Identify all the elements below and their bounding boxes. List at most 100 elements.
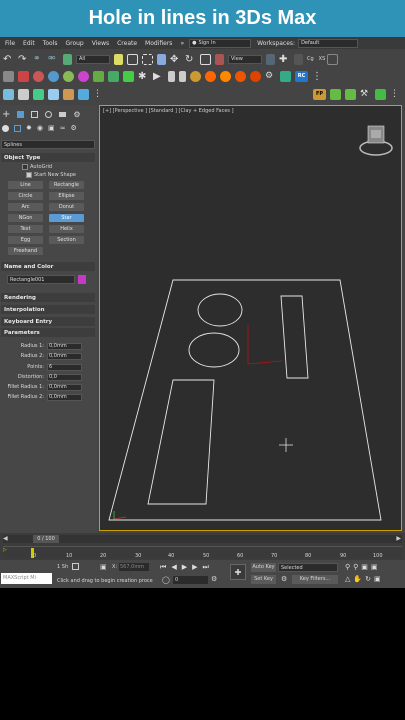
menu-group[interactable]: Group <box>65 40 83 47</box>
pivot-center-icon[interactable] <box>266 53 275 65</box>
rectangular-selection-icon[interactable] <box>142 53 153 65</box>
container-icon[interactable] <box>18 88 29 100</box>
display-tab-icon[interactable] <box>59 111 67 117</box>
scene-explorer-icon[interactable] <box>327 53 339 65</box>
fp-button[interactable]: FP <box>313 88 326 100</box>
slider-right-arrow-icon[interactable]: ▶ <box>396 535 401 542</box>
menu-edit[interactable]: Edit <box>23 40 35 47</box>
zoom-extents-icon[interactable]: ▣ <box>361 563 368 571</box>
render-online-icon[interactable]: ⚙ <box>265 71 276 82</box>
previous-frame-icon[interactable]: ◀ <box>171 563 176 572</box>
orbit-icon[interactable]: ↻ <box>365 575 371 583</box>
absolute-mode-icon[interactable]: ▣ <box>100 563 107 571</box>
menu-tools[interactable]: Tools <box>43 40 58 47</box>
helix-button[interactable]: Helix <box>49 225 84 233</box>
placement-icon[interactable] <box>215 53 224 65</box>
mirror-icon[interactable] <box>78 70 89 82</box>
track-bar[interactable]: ▷ 0 10 20 30 40 50 60 70 80 90 100 <box>3 546 402 559</box>
start-new-shape-checkbox[interactable] <box>26 172 32 178</box>
zoom-all-icon[interactable]: ⚲ <box>353 563 358 571</box>
move-icon[interactable]: ✥ <box>170 54 181 65</box>
render-iterative-icon[interactable] <box>250 70 261 82</box>
teapot-icon[interactable] <box>33 88 44 100</box>
x-coordinate-field[interactable]: 567,0mm <box>119 563 149 571</box>
rollout-interpolation[interactable]: Interpolation <box>1 305 95 314</box>
select-and-manipulate-icon[interactable]: ✚ <box>279 54 290 65</box>
play-icon[interactable]: ▶ <box>153 71 164 82</box>
brush-icon[interactable] <box>63 88 74 100</box>
hammer-icon[interactable]: ⚒ <box>360 89 371 100</box>
helpers-icon[interactable]: ▣ <box>48 124 55 132</box>
maximize-viewport-icon[interactable]: ▣ <box>374 575 381 583</box>
rotate-icon[interactable]: ↻ <box>185 54 196 65</box>
geometry-icon[interactable] <box>2 124 9 132</box>
arrow-up-icon[interactable] <box>375 88 386 100</box>
window-crossing-icon[interactable] <box>157 53 166 65</box>
spinner-snap-icon[interactable] <box>48 70 59 82</box>
track-bar-icon[interactable]: ▷ <box>3 547 7 553</box>
bind-spacewarp-icon[interactable] <box>63 53 72 65</box>
angle-snap-icon[interactable] <box>18 70 29 82</box>
link-icon[interactable]: ⚭ <box>33 54 44 65</box>
rectangle-button[interactable]: Rectangle <box>49 181 84 189</box>
pause-icon[interactable] <box>168 70 175 82</box>
rollout-name-and-color[interactable]: Name and Color <box>1 262 95 271</box>
forest-icon[interactable] <box>345 88 356 100</box>
tool-icon[interactable] <box>78 88 89 100</box>
material-editor-icon[interactable] <box>190 70 201 82</box>
keyboard-shortcut-icon[interactable] <box>294 53 303 65</box>
fillet-radius2-spinner[interactable]: 0,0mm <box>47 394 82 401</box>
rollout-parameters[interactable]: Parameters <box>1 328 95 337</box>
auto-key-button[interactable]: Auto Key <box>251 563 276 572</box>
rollout-keyboard-entry[interactable]: Keyboard Entry <box>1 317 95 326</box>
menu-overflow[interactable]: » <box>180 40 184 47</box>
key-filters-button[interactable]: Key Filters... <box>292 575 338 584</box>
key-mode-icon[interactable]: ◯ <box>162 576 170 584</box>
modify-tab-icon[interactable] <box>17 110 25 118</box>
motion-tab-icon[interactable] <box>45 110 53 118</box>
render-production-icon[interactable] <box>235 70 246 82</box>
egg-button[interactable]: Egg <box>8 236 43 244</box>
select-by-name-icon[interactable] <box>127 53 138 65</box>
default-in-out-tangents-icon[interactable]: ✚ <box>230 564 246 580</box>
cameras-icon[interactable]: ◉ <box>37 124 43 132</box>
time-slider[interactable]: ◀ 0 / 100 ▶ <box>3 535 402 543</box>
snaps-toggle-icon[interactable] <box>3 70 14 82</box>
render-cloud-icon[interactable] <box>280 70 291 82</box>
menu-create[interactable]: Create <box>117 40 137 47</box>
shapes-icon[interactable] <box>14 124 21 132</box>
create-sphere-icon[interactable] <box>3 88 14 100</box>
shape-category-dropdown[interactable]: Splines <box>1 140 95 149</box>
selection-filter-dropdown[interactable]: All <box>76 54 110 64</box>
pan-icon[interactable]: ✋ <box>353 575 362 583</box>
key-selection-dropdown[interactable]: Selected <box>278 563 338 572</box>
set-key-button[interactable]: Set Key <box>251 575 276 584</box>
rollout-object-type[interactable]: Object Type <box>1 153 95 162</box>
go-to-end-icon[interactable]: ⏭ <box>202 563 208 572</box>
frame-indicator[interactable]: 0 / 100 <box>33 535 59 543</box>
arc-button[interactable]: Arc <box>8 203 43 211</box>
unlink-icon[interactable]: ⚮ <box>48 54 59 65</box>
reference-coordinate-dropdown[interactable]: View <box>228 54 262 64</box>
time-configuration-icon[interactable]: ⚙ <box>211 575 217 583</box>
circle-button[interactable]: Circle <box>8 192 43 200</box>
star-button[interactable]: Star <box>49 214 84 222</box>
render-frame-icon[interactable] <box>220 70 231 82</box>
freehand-button[interactable]: Freehand <box>8 247 43 255</box>
ellipse-button[interactable]: Ellipse <box>49 192 84 200</box>
layer-explorer-icon[interactable] <box>108 70 119 82</box>
perspective-viewport[interactable]: [+] [Perspective ] [Standard ] [Clay + E… <box>99 105 402 531</box>
zoom-icon[interactable]: ⚲ <box>345 563 350 571</box>
paint-icon[interactable] <box>48 88 59 100</box>
utilities-tab-icon[interactable]: ⚙ <box>73 110 80 119</box>
slider-left-arrow-icon[interactable]: ◀ <box>3 535 8 542</box>
key-icon[interactable]: ⚙ <box>281 575 287 583</box>
line-button[interactable]: Line <box>8 181 43 189</box>
viewport-canvas[interactable] <box>100 106 403 532</box>
stop-icon[interactable] <box>179 70 186 82</box>
percent-snap-icon[interactable] <box>33 70 44 82</box>
menu-modifiers[interactable]: Modifiers <box>145 40 172 47</box>
section-button[interactable]: Section <box>49 236 84 244</box>
render-setup-icon[interactable] <box>205 70 216 82</box>
fillet-radius1-spinner[interactable]: 0,0mm <box>47 384 82 391</box>
